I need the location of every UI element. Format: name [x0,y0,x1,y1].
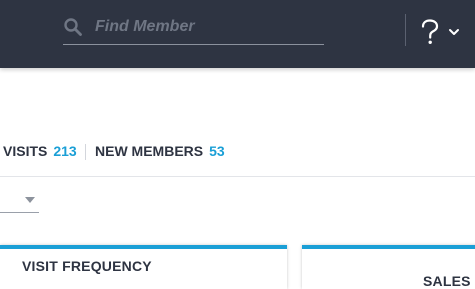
top-navigation-bar [0,0,475,68]
stat-new-members-value: 53 [209,143,225,159]
search-icon [64,18,82,36]
stat-visits: VISITS 213 [3,143,77,159]
stat-new-members-label: NEW MEMBERS [95,143,204,159]
chevron-down-icon [449,29,459,35]
stat-visits-value: 213 [53,143,77,159]
header-divider [405,14,406,46]
find-member-input[interactable] [95,16,320,38]
member-search [63,10,324,45]
card-title: VISIT FREQUENCY [22,258,152,274]
filter-dropdown[interactable] [0,186,39,213]
section-divider [0,176,475,177]
help-question-icon [421,19,439,44]
help-menu-button[interactable] [418,12,466,50]
card-title: SALES I [423,273,475,289]
caret-down-icon [25,197,35,203]
stat-visits-label: VISITS [3,143,48,159]
stat-new-members: NEW MEMBERS 53 [95,143,225,159]
sales-card: SALES I [302,245,475,289]
visit-frequency-card: VISIT FREQUENCY [0,245,287,289]
stat-divider [85,144,86,160]
